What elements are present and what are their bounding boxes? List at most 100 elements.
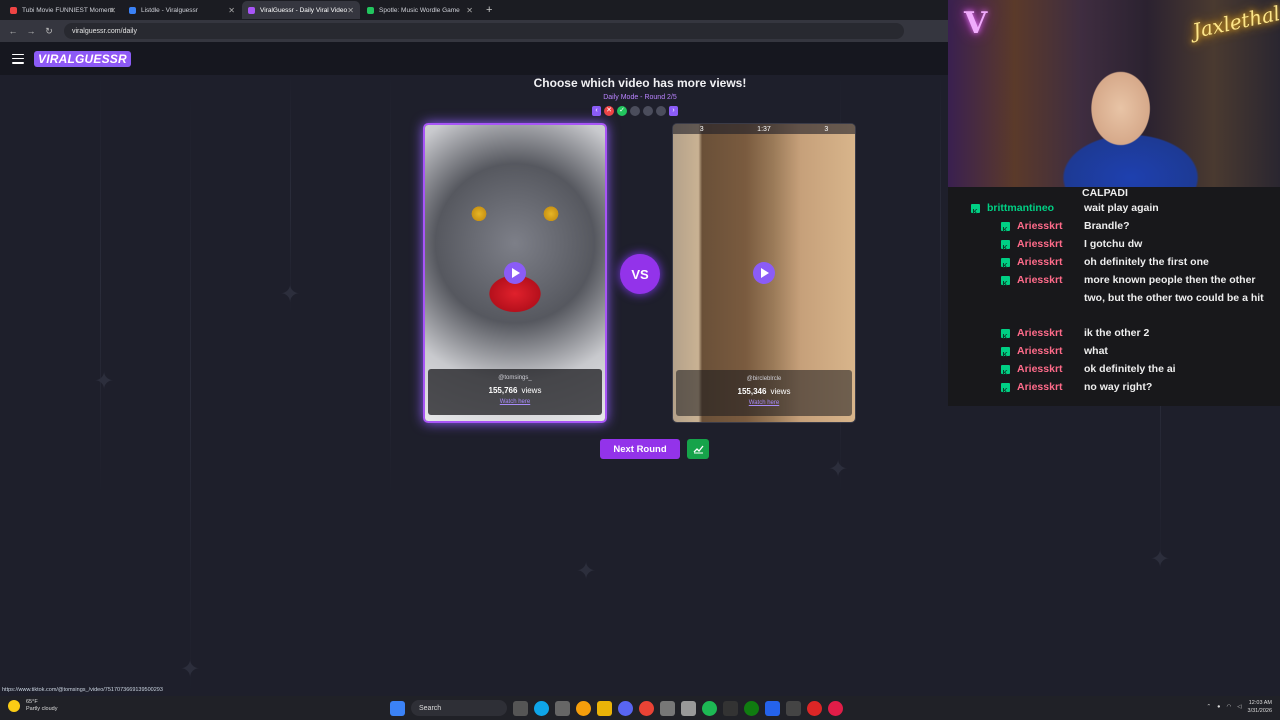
clock-date: 3/31/2026 (1247, 708, 1272, 714)
bg-streak (190, 95, 191, 688)
subscriber-badge-icon (1001, 383, 1010, 400)
chevron-up-icon[interactable]: ⌃ (1207, 704, 1212, 710)
neon-v-sign: V (964, 6, 988, 41)
browser-tab[interactable]: Spotle: Music Wordle Game ✕ (361, 1, 479, 19)
video-info: @bircleblrcle 155,346 views Watch here (676, 370, 852, 416)
watch-link[interactable]: Watch here (428, 399, 602, 405)
app-icon[interactable] (660, 700, 675, 716)
chrome-icon[interactable] (639, 700, 654, 716)
wifi-icon[interactable]: ◠ (1226, 704, 1231, 710)
round-indicator: ‹ ✕ ✓ › (592, 106, 678, 116)
video-card-left[interactable]: @tomsings_ 155,766 views Watch here (423, 123, 607, 423)
app-icon[interactable] (723, 700, 738, 716)
edge-icon[interactable] (534, 700, 549, 716)
chat-username[interactable]: brittmantineo (987, 200, 1054, 218)
close-tab-icon[interactable]: ✕ (109, 6, 116, 15)
clock[interactable]: 12:03 AM 3/31/2026 (1248, 699, 1272, 715)
taskbar: 65°F Partly cloudy Search ⌃ ● ◠ ◁ 12:03 A… (0, 696, 1280, 720)
browser-tabbar: Tubi Movie FUNNIEST Moment ✕ Listdle - Vir… (0, 0, 948, 20)
task-view-icon[interactable] (513, 700, 528, 716)
close-tab-icon[interactable]: ✕ (347, 6, 354, 15)
discord-icon[interactable] (618, 700, 633, 716)
subscriber-badge-icon (1001, 258, 1010, 275)
tab-label: Listdle - Viralguessr (141, 6, 198, 14)
browser-urlbar: ← → ↻ viralguessr.com/daily (0, 20, 948, 42)
chat-text: more known people then the other two, bu… (1084, 274, 1264, 304)
weather-widget[interactable]: 65°F Partly cloudy (8, 699, 58, 713)
microphone-icon[interactable]: ● (1217, 704, 1220, 710)
bg-streak (290, 75, 291, 315)
chat-partial-message: CALPADI (1082, 187, 1128, 199)
chat-username[interactable]: Ariesskrt (1017, 236, 1063, 254)
prev-round-button[interactable]: ‹ (592, 106, 601, 116)
watch-link[interactable]: Watch here (676, 400, 852, 406)
start-icon[interactable] (390, 700, 405, 716)
xbox-icon[interactable] (744, 700, 759, 716)
play-icon[interactable] (504, 262, 526, 284)
sparkle-icon: ✦ (1150, 546, 1171, 573)
settings-icon[interactable] (555, 700, 570, 716)
next-round-arrow-button[interactable]: › (669, 106, 678, 116)
round-dot-pending (643, 106, 653, 116)
logo-text: VIRALGUESSR (34, 50, 131, 67)
weather-temp: 65°F (26, 699, 38, 705)
tab-label: Tubi Movie FUNNIEST Moment (22, 6, 114, 14)
taskbar-search[interactable]: Search (411, 700, 507, 716)
volume-icon[interactable]: ◁ (1237, 704, 1241, 710)
close-tab-icon[interactable]: ✕ (466, 6, 473, 15)
chat-username[interactable]: Ariesskrt (1017, 325, 1063, 343)
menu-icon[interactable] (12, 53, 24, 64)
neon-name-sign: Jaxlethal (1190, 1, 1280, 43)
game-hud: 3 1:37 3 (673, 124, 855, 134)
address-text: viralguessr.com/daily (72, 27, 137, 35)
notepad-icon[interactable] (681, 700, 696, 716)
webcam-overlay: V Jaxlethal (948, 0, 1280, 187)
site-header: VIRALGUESSR (0, 42, 948, 75)
creator-handle: @tomsings_ (498, 375, 532, 381)
chat-username[interactable]: Ariesskrt (1017, 254, 1063, 272)
chat-username[interactable]: Ariesskrt (1017, 379, 1063, 397)
spotify-icon[interactable] (702, 700, 717, 716)
address-bar[interactable]: viralguessr.com/daily (64, 23, 904, 39)
hud-score: 3 (824, 125, 829, 133)
play-icon[interactable] (753, 262, 775, 284)
file-explorer-icon[interactable] (597, 700, 612, 716)
view-count: 155,346 views (676, 387, 852, 396)
hud-score: 3 (699, 125, 704, 133)
video-info: @tomsings_ 155,766 views Watch here (428, 369, 602, 415)
bg-streak (390, 75, 391, 495)
chart-icon (693, 445, 704, 454)
obs-icon[interactable] (807, 700, 822, 716)
close-tab-icon[interactable]: ✕ (228, 6, 235, 15)
search-label: Search (419, 704, 442, 712)
next-round-button[interactable]: Next Round (600, 439, 680, 459)
new-tab-button[interactable]: + (486, 4, 492, 16)
reload-icon[interactable]: ↻ (42, 26, 56, 37)
app-icon[interactable] (786, 700, 801, 716)
round-dot-pending (630, 106, 640, 116)
chat-username[interactable]: Ariesskrt (1017, 218, 1063, 236)
weather-desc: Partly cloudy (26, 706, 58, 712)
app-icon[interactable] (576, 700, 591, 716)
stats-button[interactable] (687, 439, 709, 459)
chat-text: wait play again (1084, 202, 1159, 214)
site-logo[interactable]: VIRALGUESSR (34, 50, 131, 67)
browser-tab[interactable]: ViralGuessr - Daily Viral Video ✕ (242, 1, 360, 19)
chat-username[interactable]: Ariesskrt (1017, 343, 1063, 361)
app-icon[interactable] (828, 700, 843, 716)
favicon-icon (367, 6, 374, 14)
browser-tab[interactable]: Listdle - Viralguessr ✕ (123, 1, 241, 19)
back-icon[interactable]: ← (6, 26, 20, 36)
clock-time: 12:03 AM (1248, 700, 1272, 706)
sparkle-icon: ✦ (280, 281, 301, 308)
app-icon[interactable] (765, 700, 780, 716)
sparkle-icon: ✦ (576, 558, 597, 585)
browser-tab[interactable]: Tubi Movie FUNNIEST Moment ✕ (4, 1, 122, 19)
round-dot-wrong: ✕ (604, 106, 614, 116)
forward-icon[interactable]: → (24, 26, 38, 36)
chat-username[interactable]: Ariesskrt (1017, 272, 1063, 290)
video-card-right[interactable]: 3 1:37 3 @bircleblrcle 155,346 views Watc… (672, 123, 856, 423)
vs-badge: VS (620, 254, 660, 294)
chat-username[interactable]: Ariesskrt (1017, 361, 1063, 379)
favicon-icon (129, 6, 136, 14)
